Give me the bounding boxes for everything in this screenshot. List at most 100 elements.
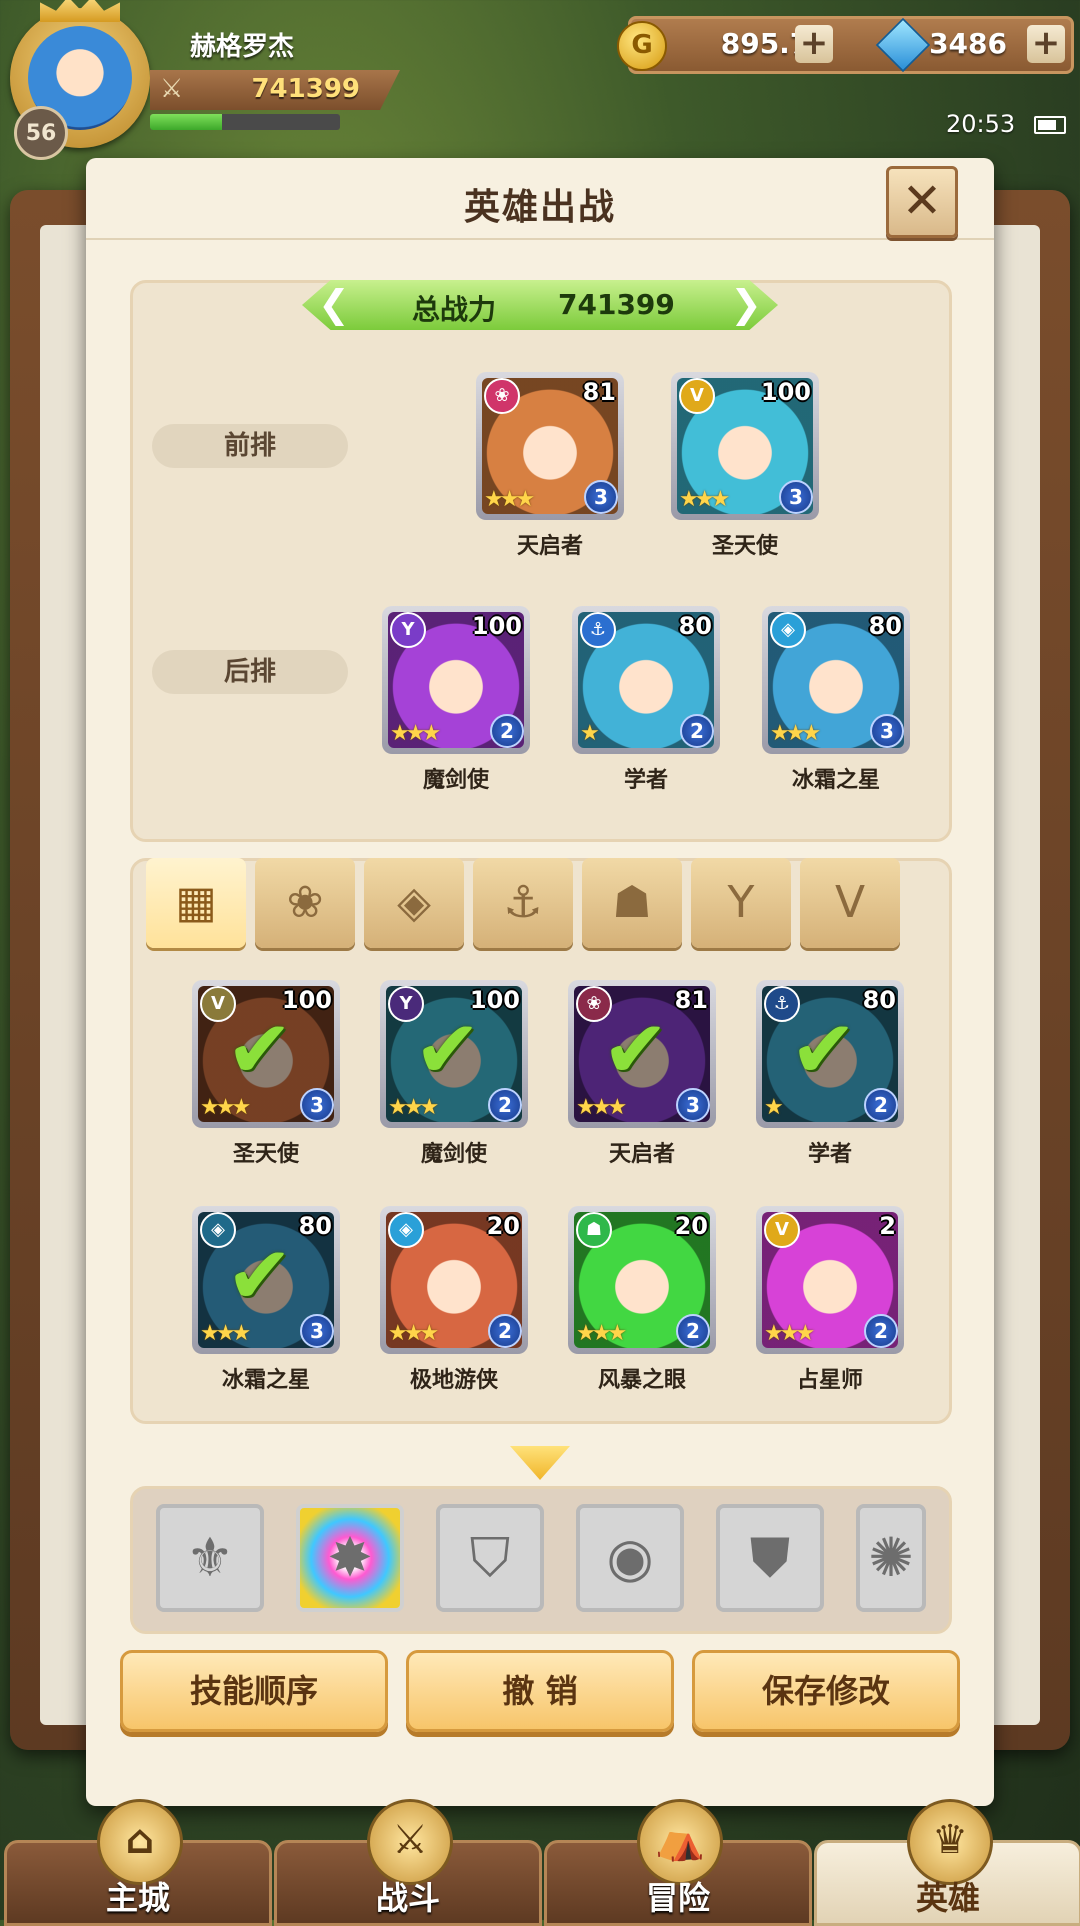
checkmark-icon: ✔ — [790, 1003, 858, 1096]
hero-name: 天启者 — [608, 1142, 675, 1167]
skill-order-button[interactable]: 技能顺序 — [120, 1650, 388, 1732]
filter-tab-nature[interactable]: ❀ — [255, 858, 355, 948]
nav-heroes-label: 英雄 — [915, 1879, 980, 1917]
swirl-skill-slot[interactable]: ✺ — [856, 1504, 926, 1612]
hero-stars: ★★★ — [679, 487, 730, 512]
hero-stars: ★★★ — [388, 1095, 439, 1120]
add-gems-button[interactable]: + — [1027, 25, 1065, 63]
close-button[interactable]: ✕ — [886, 166, 958, 238]
nav-tab-battle[interactable]: ⚔ 战斗 — [274, 1799, 542, 1926]
hero-grade: 3 — [870, 714, 904, 748]
chevron-right-icon: ❯ — [730, 282, 762, 326]
nav-tab-adventure[interactable]: ⛺ 冒险 — [544, 1799, 812, 1926]
nav-adventure-label: 冒险 — [645, 1879, 710, 1917]
hero-level: 81 — [674, 986, 708, 1014]
player-name: 赫格罗杰 — [190, 32, 295, 62]
hero-stars: ★★★ — [576, 1321, 627, 1346]
checkmark-icon: ✔ — [226, 1229, 294, 1322]
hero-deploy-dialog: 英雄出战 ✕ ❮ 总战力 741399 ❯ 前排 后排 ❀ 81 ★★★ 3 天启者 V 1… — [86, 158, 994, 1806]
battery-icon — [1034, 116, 1066, 134]
hero-grade: 3 — [300, 1088, 334, 1122]
element-icon: ◈ — [388, 1212, 424, 1248]
element-icon: ⚓ — [580, 612, 616, 648]
hero-grade: 2 — [488, 1088, 522, 1122]
hero-card[interactable]: V 100 ★★★ 3 ✔ — [192, 980, 340, 1128]
hero-name: 极地游侠 — [409, 1368, 498, 1393]
swirl-skill-icon: ✺ — [868, 1526, 914, 1589]
formation-panel — [130, 280, 952, 842]
save-changes-button[interactable]: 保存修改 — [692, 1650, 960, 1732]
shield-skill-icon: ⛉ — [469, 1526, 511, 1589]
hero-card[interactable]: ❀ 81 ★★★ 3 — [476, 372, 624, 520]
element-icon: ☗ — [576, 1212, 612, 1248]
total-power-value: 741399 — [558, 288, 675, 321]
hero-grade: 2 — [676, 1314, 710, 1348]
burst-skill-slot[interactable]: ✸ — [296, 1504, 404, 1612]
nav-battle-label: 战斗 — [375, 1879, 440, 1917]
hero-card[interactable]: ⚓ 80 ★ 2 ✔ — [756, 980, 904, 1128]
orb-skill-slot[interactable]: ◉ — [576, 1504, 684, 1612]
filter-tab-dark[interactable]: Y — [691, 858, 791, 948]
hero-grade: 2 — [490, 714, 524, 748]
hero-stars: ★★★ — [388, 1321, 439, 1346]
hero-grade: 2 — [680, 714, 714, 748]
crest-skill-slot[interactable]: ⛊ — [716, 1504, 824, 1612]
hero-stars: ★★★ — [764, 1321, 815, 1346]
hero-card[interactable]: ◈ 80 ★★★ 3 — [762, 606, 910, 754]
wings-skill-slot[interactable]: ⚜ — [156, 1504, 264, 1612]
hero-card[interactable]: ☗ 20 ★★★ 2 — [568, 1206, 716, 1354]
cancel-button[interactable]: 撤 销 — [406, 1650, 674, 1732]
hero-level: 80 — [862, 986, 896, 1014]
hero-stars: ★★★ — [770, 721, 821, 746]
hero-card[interactable]: Y 100 ★★★ 2 ✔ — [380, 980, 528, 1128]
hero-card[interactable]: ⚓ 80 ★ 2 — [572, 606, 720, 754]
total-power-banner: ❮ 总战力 741399 ❯ — [302, 280, 778, 330]
filter-tab-all[interactable]: ▦ — [146, 858, 246, 948]
element-icon: V — [679, 378, 715, 414]
hero-grade: 3 — [584, 480, 618, 514]
crest-skill-icon: ⛊ — [749, 1526, 791, 1589]
hero-name: 魔剑使 — [422, 768, 489, 793]
hero-card[interactable]: V 100 ★★★ 3 — [671, 372, 819, 520]
scroll-down-arrow-icon[interactable] — [510, 1446, 570, 1480]
hero-stars: ★★★ — [484, 487, 535, 512]
hero-level: 100 — [760, 378, 811, 406]
element-icon: ◈ — [770, 612, 806, 648]
player-level-badge: 56 — [14, 106, 68, 160]
exp-bar — [150, 114, 340, 130]
hero-card[interactable]: V 2 ★★★ 2 — [756, 1206, 904, 1354]
nav-tab-city[interactable]: ⌂ 主城 — [4, 1799, 272, 1926]
front-row-label: 前排 — [152, 424, 348, 468]
hero-stars: ★ — [764, 1095, 784, 1120]
wings-skill-icon: ⚜ — [185, 1526, 235, 1589]
player-power-value: 741399 — [251, 74, 360, 104]
orb-skill-icon: ◉ — [606, 1526, 654, 1589]
filter-tab-light[interactable]: V — [800, 858, 900, 948]
hero-card[interactable]: ❀ 81 ★★★ 3 ✔ — [568, 980, 716, 1128]
shield-skill-slot[interactable]: ⛉ — [436, 1504, 544, 1612]
hero-card[interactable]: Y 100 ★★★ 2 — [382, 606, 530, 754]
hero-level: 100 — [471, 612, 522, 640]
filter-tab-beast[interactable]: ☗ — [582, 858, 682, 948]
gold-coin-icon: G — [617, 21, 667, 71]
nav-tab-heroes[interactable]: ♛ 英雄 — [814, 1799, 1080, 1926]
hero-grade: 3 — [779, 480, 813, 514]
element-icon: Y — [390, 612, 426, 648]
dialog-title: 英雄出战 — [463, 187, 616, 228]
hero-card[interactable]: ◈ 20 ★★★ 2 — [380, 1206, 528, 1354]
hero-level: 20 — [486, 1212, 520, 1240]
hero-name: 天启者 — [516, 534, 583, 559]
hero-grade: 2 — [864, 1088, 898, 1122]
add-gold-button[interactable]: + — [795, 25, 833, 63]
exp-bar-fill — [150, 114, 223, 130]
filter-tab-ice[interactable]: ◈ — [364, 858, 464, 948]
filter-tab-anchor[interactable]: ⚓ — [473, 858, 573, 948]
hero-name: 冰霜之星 — [791, 768, 880, 793]
hero-stars: ★★★ — [200, 1321, 251, 1346]
gold-counter: G 895.7K + 3486 + — [617, 16, 1074, 74]
gem-icon — [875, 17, 931, 73]
back-row-label: 后排 — [152, 650, 348, 694]
hero-card[interactable]: ◈ 80 ★★★ 3 ✔ — [192, 1206, 340, 1354]
total-power-label: 总战力 — [412, 293, 497, 326]
player-power-bar: ⚔ 741399 — [150, 70, 400, 110]
